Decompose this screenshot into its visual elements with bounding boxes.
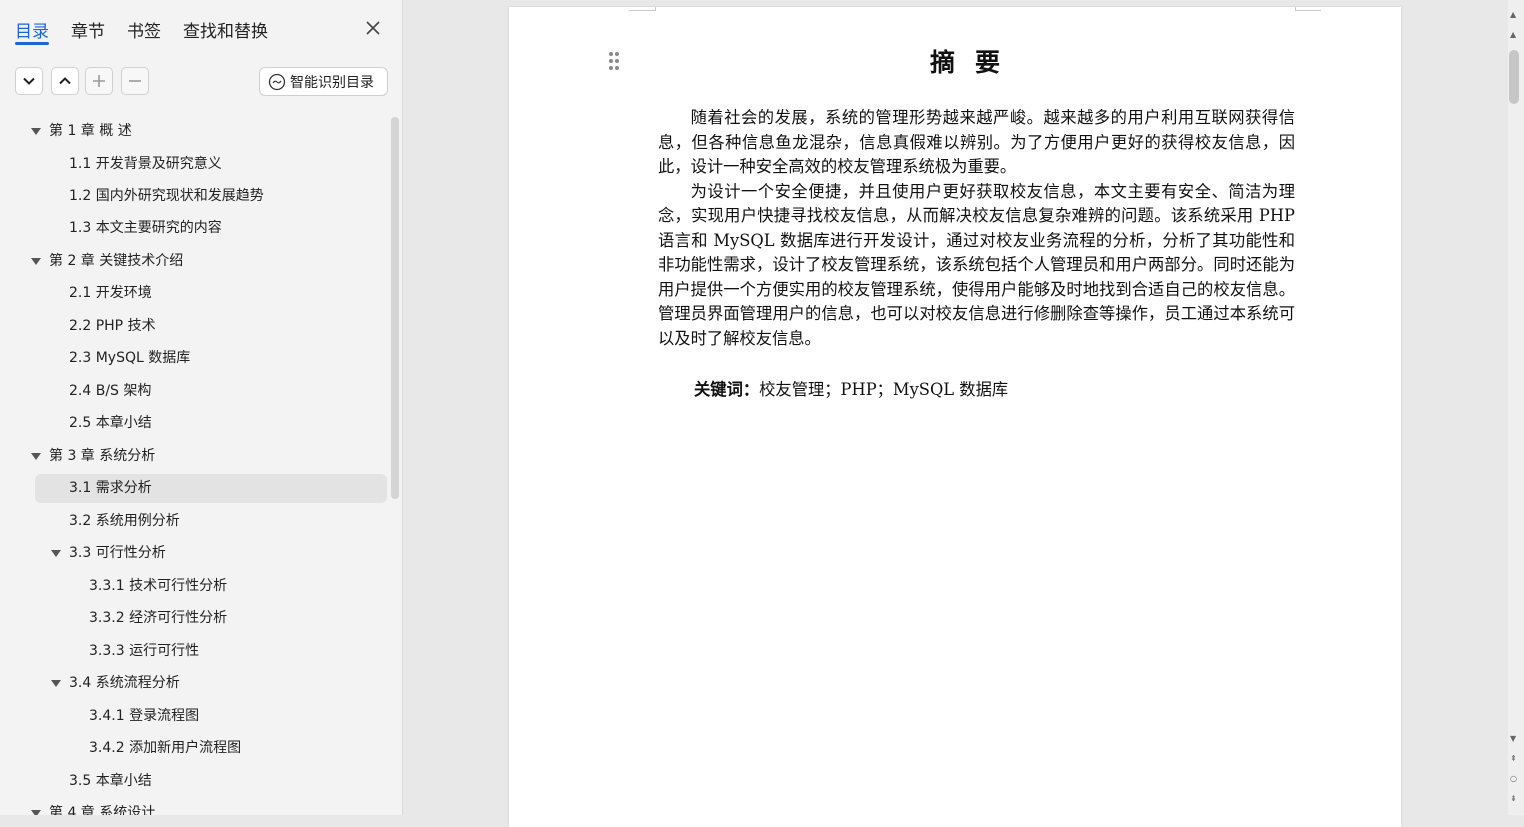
toc-item[interactable]: 第 2 章 关键技术介绍 bbox=[49, 247, 183, 276]
document-scrollbar[interactable] bbox=[1508, 0, 1524, 815]
toc-item[interactable]: 1.3 本文主要研究的内容 bbox=[69, 214, 222, 243]
toc-item[interactable]: 2.3 MySQL 数据库 bbox=[69, 344, 190, 373]
toc-item[interactable]: 3.2 系统用例分析 bbox=[69, 507, 180, 536]
tab-find-replace[interactable]: 查找和替换 bbox=[183, 17, 268, 42]
chevron-down-icon bbox=[23, 77, 35, 85]
margin-corner-mark bbox=[655, 7, 656, 11]
margin-corner-mark bbox=[629, 10, 655, 11]
paragraph[interactable]: 为设计一个安全便捷，并且使用户更好获取校友信息，本文主要有安全、简洁为理念，实现… bbox=[658, 180, 1295, 352]
scroll-up-arrow-icon[interactable]: ▲ bbox=[1510, 30, 1516, 39]
toc-item[interactable]: 3.4.2 添加新用户流程图 bbox=[89, 734, 241, 763]
expand-caret-icon[interactable] bbox=[31, 258, 41, 265]
scroll-up-arrow-icon[interactable]: ▲ bbox=[1510, 10, 1516, 19]
toc-item[interactable]: 3.3.1 技术可行性分析 bbox=[89, 572, 227, 601]
expand-down-button[interactable] bbox=[15, 67, 43, 95]
toc-tree: 第 1 章 概 述 1.1 开发背景及研究意义 1.2 国内外研究现状和发展趋势… bbox=[0, 116, 395, 815]
next-page-icon[interactable]: ⇟ bbox=[1510, 794, 1517, 803]
prev-page-icon[interactable]: ⇞ bbox=[1510, 754, 1517, 763]
expand-caret-icon[interactable] bbox=[51, 550, 61, 557]
expand-caret-icon[interactable] bbox=[51, 680, 61, 687]
keywords-line[interactable]: 关键词：校友管理；PHP；MySQL 数据库 bbox=[694, 376, 1008, 400]
toc-item[interactable]: 第 3 章 系统分析 bbox=[49, 442, 155, 471]
toc-item[interactable]: 3.4.1 登录流程图 bbox=[89, 702, 199, 731]
plus-icon bbox=[93, 75, 105, 87]
smart-detect-label: 智能识别目录 bbox=[290, 74, 374, 91]
ai-face-icon bbox=[268, 73, 286, 90]
keywords-label: 关键词： bbox=[694, 380, 760, 399]
abstract-body[interactable]: 随着社会的发展，系统的管理形势越来越严峻。越来越多的用户利用互联网获得信息，但各… bbox=[658, 106, 1295, 351]
remove-heading-button[interactable] bbox=[121, 67, 149, 95]
active-tab-indicator bbox=[15, 42, 49, 45]
smart-detect-toc-button[interactable]: 智能识别目录 bbox=[259, 67, 388, 96]
document-workspace: 摘要 随着社会的发展，系统的管理形势越来越严峻。越来越多的用户利用互联网获得信息… bbox=[404, 0, 1508, 827]
toc-toolbar: 智能识别目录 bbox=[0, 67, 403, 99]
toc-scrollbar-thumb[interactable] bbox=[391, 117, 399, 499]
expand-caret-icon[interactable] bbox=[31, 810, 41, 815]
minus-icon bbox=[129, 80, 141, 82]
margin-corner-mark bbox=[1295, 10, 1321, 11]
toc-item[interactable]: 第 1 章 概 述 bbox=[49, 117, 132, 146]
toc-item[interactable]: 第 4 章 系统设计 bbox=[49, 799, 155, 815]
tab-bookmarks[interactable]: 书签 bbox=[127, 17, 161, 42]
toc-item[interactable]: 2.2 PHP 技术 bbox=[69, 312, 156, 341]
toc-item[interactable]: 2.4 B/S 架构 bbox=[69, 377, 151, 406]
toc-item[interactable]: 1.1 开发背景及研究意义 bbox=[69, 150, 222, 179]
abstract-title[interactable]: 摘要 bbox=[509, 43, 1441, 79]
keywords-text: 校友管理；PHP；MySQL 数据库 bbox=[759, 380, 1009, 399]
add-heading-button[interactable] bbox=[85, 67, 113, 95]
toc-item[interactable]: 3.3.3 运行可行性 bbox=[89, 637, 199, 666]
toc-item[interactable]: 3.3.2 经济可行性分析 bbox=[89, 604, 227, 633]
margin-corner-mark bbox=[1295, 7, 1296, 11]
tab-toc[interactable]: 目录 bbox=[15, 17, 49, 42]
toc-item[interactable]: 3.3 可行性分析 bbox=[69, 539, 166, 568]
toc-item-selected[interactable]: 3.1 需求分析 bbox=[35, 474, 387, 503]
expand-caret-icon[interactable] bbox=[31, 453, 41, 460]
toc-item[interactable]: 2.1 开发环境 bbox=[69, 279, 152, 308]
toc-item[interactable]: 3.4 系统流程分析 bbox=[69, 669, 180, 698]
sidebar-tabs: 目录 章节 书签 查找和替换 bbox=[0, 0, 403, 56]
toc-item[interactable]: 3.5 本章小结 bbox=[69, 767, 152, 796]
collapse-up-button[interactable] bbox=[51, 67, 79, 95]
document-scrollbar-thumb[interactable] bbox=[1509, 50, 1519, 104]
toc-sidebar: 目录 章节 书签 查找和替换 智能识别目录 第 1 章 概 述 1.1 开发背景 bbox=[0, 0, 403, 815]
chevron-up-icon bbox=[59, 77, 71, 85]
page-select-icon[interactable]: ○ bbox=[1510, 774, 1517, 783]
paragraph[interactable]: 随着社会的发展，系统的管理形势越来越严峻。越来越多的用户利用互联网获得信息，但各… bbox=[658, 106, 1295, 180]
close-icon[interactable] bbox=[363, 18, 383, 38]
tab-chapters[interactable]: 章节 bbox=[71, 17, 105, 42]
expand-caret-icon[interactable] bbox=[31, 128, 41, 135]
scroll-down-arrow-icon[interactable]: ▼ bbox=[1510, 734, 1516, 743]
document-page: 摘要 随着社会的发展，系统的管理形势越来越严峻。越来越多的用户利用互联网获得信息… bbox=[509, 7, 1401, 827]
toc-item[interactable]: 1.2 国内外研究现状和发展趋势 bbox=[69, 182, 264, 211]
toc-item[interactable]: 2.5 本章小结 bbox=[69, 409, 152, 438]
